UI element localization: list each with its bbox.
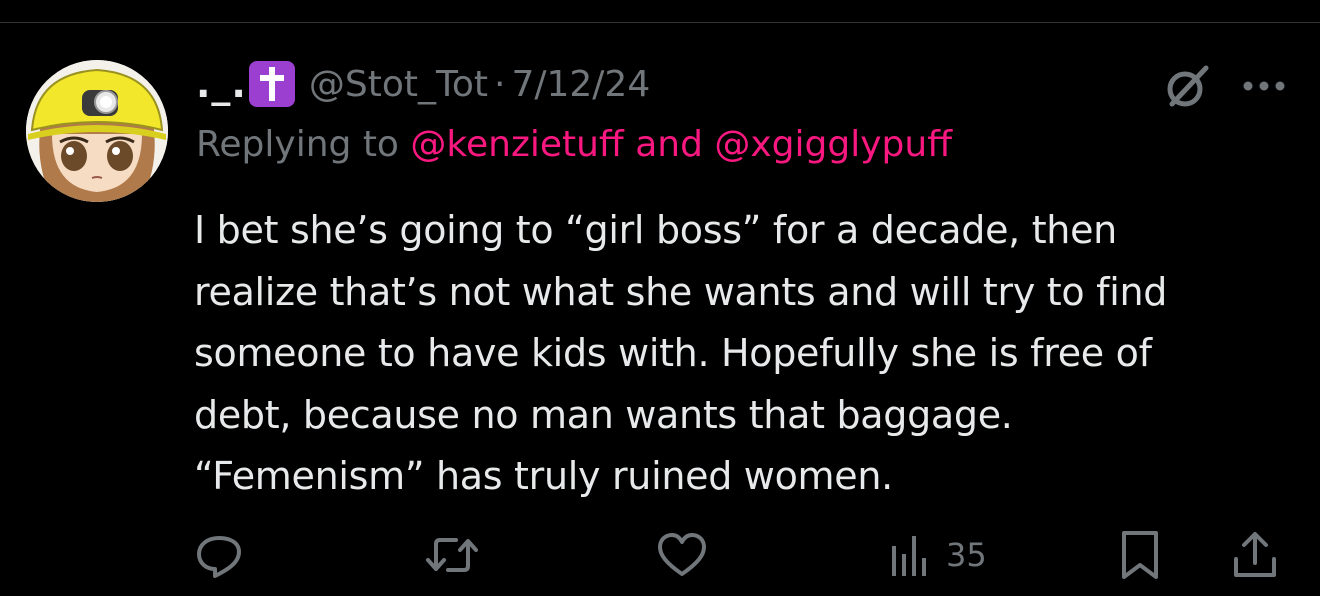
mention-link[interactable]: @xgigglypuff <box>714 124 952 165</box>
share-icon <box>1234 532 1276 577</box>
more-options-icon[interactable] <box>1238 72 1290 100</box>
action-bar: 35 <box>0 525 1320 585</box>
bookmark-icon <box>1122 531 1158 579</box>
mention-link[interactable]: @kenzietuff <box>410 124 623 165</box>
mention-joiner: and <box>635 124 703 165</box>
views-count: 35 <box>946 536 987 574</box>
views-icon <box>892 536 926 576</box>
replying-to-label: Replying to <box>196 124 399 165</box>
bookmark-button[interactable] <box>1118 525 1162 585</box>
tweet-text: I bet she’s going to “girl boss” for a d… <box>194 200 1304 508</box>
display-name[interactable]: ._. <box>196 62 247 106</box>
user-handle[interactable]: @Stot_Tot <box>309 64 488 105</box>
separator-dot: · <box>494 63 506 105</box>
tweet-text-line: realize that’s not what she wants and wi… <box>194 269 1168 314</box>
like-button[interactable] <box>656 525 708 585</box>
top-divider <box>0 22 1320 23</box>
share-button[interactable] <box>1230 525 1280 585</box>
retweet-button[interactable] <box>424 525 480 585</box>
tweet-text-line: someone to have kids with. Hopefully she… <box>194 331 1152 375</box>
grok-icon[interactable] <box>1160 60 1214 114</box>
tweet-text-line: I bet she’s going to “girl boss” for a d… <box>194 208 1117 252</box>
tweet-text-line: “Femenism” has truly ruined women. <box>194 454 893 498</box>
replying-to-line: Replying to @kenzietuff and @xgigglypuff <box>196 124 952 165</box>
tweet-text-line: debt, because no man wants that baggage. <box>194 392 1013 437</box>
avatar[interactable] <box>26 60 168 202</box>
retweet-icon <box>426 538 478 572</box>
views-button[interactable]: 35 <box>888 525 987 585</box>
tweet-date[interactable]: 7/12/24 <box>511 64 650 105</box>
cross-emoji-icon <box>248 61 295 107</box>
tweet-header: ._. @Stot_Tot · 7/12/24 <box>196 56 650 112</box>
reply-button[interactable] <box>194 525 244 585</box>
reply-icon <box>197 536 241 578</box>
like-icon <box>658 533 706 576</box>
